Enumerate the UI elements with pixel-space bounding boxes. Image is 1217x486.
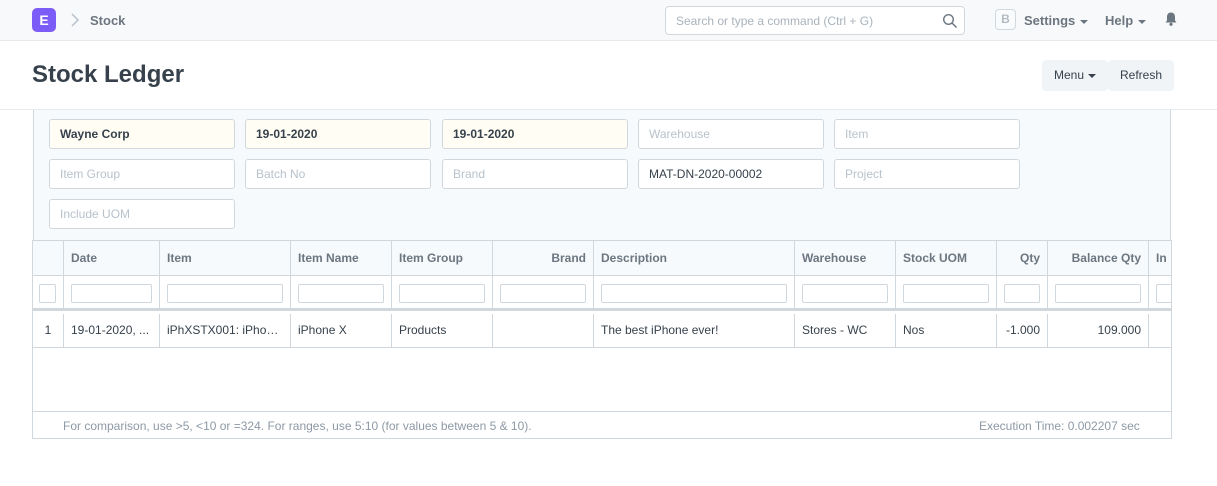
warehouse-input[interactable] [639, 120, 823, 148]
filter-area [33, 110, 1171, 240]
batch-no-input[interactable] [246, 160, 430, 188]
menu-label: Menu [1054, 68, 1085, 82]
column-header-in-qty[interactable]: In [1149, 241, 1171, 275]
column-header-warehouse[interactable]: Warehouse [795, 241, 896, 275]
row-index: 1 [33, 314, 64, 347]
warehouse-field [638, 119, 824, 149]
refresh-button[interactable]: Refresh [1108, 60, 1175, 91]
cell-item-name[interactable]: iPhone X [291, 314, 392, 347]
cell-date[interactable]: 19-01-2020, ... [64, 314, 160, 347]
select-all-checkbox[interactable] [39, 284, 56, 303]
column-header-item-group[interactable]: Item Group [392, 241, 493, 275]
batch-no-field [245, 159, 431, 189]
chevron-right-icon [71, 13, 80, 27]
column-header-item-name[interactable]: Item Name [291, 241, 392, 275]
cell-stock-uom[interactable]: Nos [896, 314, 997, 347]
filter-cell-in-qty [1149, 276, 1171, 308]
filter-cell-warehouse [795, 276, 896, 308]
cell-in-qty[interactable] [1149, 314, 1171, 347]
filter-input-brand[interactable] [500, 284, 586, 303]
cell-description[interactable]: The best iPhone ever! [594, 314, 795, 347]
cell-qty[interactable]: -1.000 [997, 314, 1048, 347]
breadcrumb-stock[interactable]: Stock [90, 13, 125, 28]
filter-cell-index [33, 276, 64, 308]
filter-cell-stock-uom [896, 276, 997, 308]
voucher-no-field [638, 159, 824, 189]
bell-icon[interactable] [1163, 11, 1179, 27]
cell-item[interactable]: iPhXSTX001: iPhon... [160, 314, 291, 347]
search-icon[interactable] [942, 13, 958, 29]
column-filter-row [33, 276, 1171, 311]
help-label: Help [1105, 13, 1134, 28]
settings-label: Settings [1024, 13, 1076, 28]
company-field [49, 119, 235, 149]
app-logo[interactable]: E [32, 8, 56, 32]
filter-cell-balance-qty [1048, 276, 1149, 308]
table-row[interactable]: 1 19-01-2020, ... iPhXSTX001: iPhon... i… [33, 314, 1171, 348]
filter-input-qty[interactable] [1004, 284, 1040, 303]
filter-cell-item-group [392, 276, 493, 308]
menu-button[interactable]: Menu [1042, 60, 1109, 91]
project-field [834, 159, 1020, 189]
column-header-item[interactable]: Item [160, 241, 291, 275]
cell-balance-qty[interactable]: 109.000 [1048, 314, 1149, 347]
header-row-index [33, 241, 64, 275]
column-header-description[interactable]: Description [594, 241, 795, 275]
filter-input-in-qty[interactable] [1156, 284, 1171, 303]
report-footer: For comparison, use >5, <10 or =324. For… [33, 411, 1171, 438]
awesome-bar [665, 6, 965, 35]
filter-cell-qty [997, 276, 1048, 308]
filter-input-warehouse[interactable] [802, 284, 888, 303]
project-input[interactable] [835, 160, 1019, 188]
filter-cell-item [160, 276, 291, 308]
cell-warehouse[interactable]: Stores - WC [795, 314, 896, 347]
page-title: Stock Ledger [32, 61, 185, 88]
column-header-stock-uom[interactable]: Stock UOM [896, 241, 997, 275]
filter-input-item-name[interactable] [298, 284, 384, 303]
filter-input-description[interactable] [601, 284, 787, 303]
cell-item-group[interactable]: Products [392, 314, 493, 347]
voucher-no-input[interactable] [639, 160, 823, 188]
help-dropdown[interactable]: Help [1105, 13, 1147, 28]
filter-cell-description [594, 276, 795, 308]
search-input[interactable] [666, 7, 936, 34]
include-uom-field [49, 199, 235, 229]
item-group-input[interactable] [50, 160, 234, 188]
caret-down-icon [1138, 19, 1147, 24]
to-date-field [442, 119, 628, 149]
filter-input-item[interactable] [167, 284, 283, 303]
cell-brand[interactable] [493, 314, 594, 347]
filter-input-stock-uom[interactable] [903, 284, 989, 303]
column-header-date[interactable]: Date [64, 241, 160, 275]
brand-field [442, 159, 628, 189]
filter-cell-date [64, 276, 160, 308]
caret-down-icon [1080, 19, 1089, 24]
filter-cell-brand [493, 276, 594, 308]
table-header-row: Date Item Item Name Item Group Brand Des… [33, 241, 1171, 276]
item-group-field [49, 159, 235, 189]
navbar: E Stock B Settings Help [0, 0, 1217, 41]
filter-input-balance-qty[interactable] [1055, 284, 1141, 303]
to-date-input[interactable] [443, 120, 627, 148]
from-date-field [245, 119, 431, 149]
filter-cell-item-name [291, 276, 392, 308]
caret-down-icon [1088, 73, 1097, 78]
column-header-brand[interactable]: Brand [493, 241, 594, 275]
filter-input-item-group[interactable] [399, 284, 485, 303]
brand-input[interactable] [443, 160, 627, 188]
column-header-qty[interactable]: Qty [997, 241, 1048, 275]
item-field [834, 119, 1020, 149]
user-avatar[interactable]: B [995, 9, 1016, 30]
filter-input-date[interactable] [71, 284, 152, 303]
settings-dropdown[interactable]: Settings [1024, 13, 1089, 28]
report-datatable: Date Item Item Name Item Group Brand Des… [32, 240, 1172, 439]
company-input[interactable] [50, 120, 234, 148]
execution-time: Execution Time: 0.002207 sec [979, 419, 1140, 433]
from-date-input[interactable] [246, 120, 430, 148]
filter-hint-text: For comparison, use >5, <10 or =324. For… [63, 419, 532, 433]
include-uom-input[interactable] [50, 200, 234, 228]
item-input[interactable] [835, 120, 1019, 148]
column-header-balance-qty[interactable]: Balance Qty [1048, 241, 1149, 275]
